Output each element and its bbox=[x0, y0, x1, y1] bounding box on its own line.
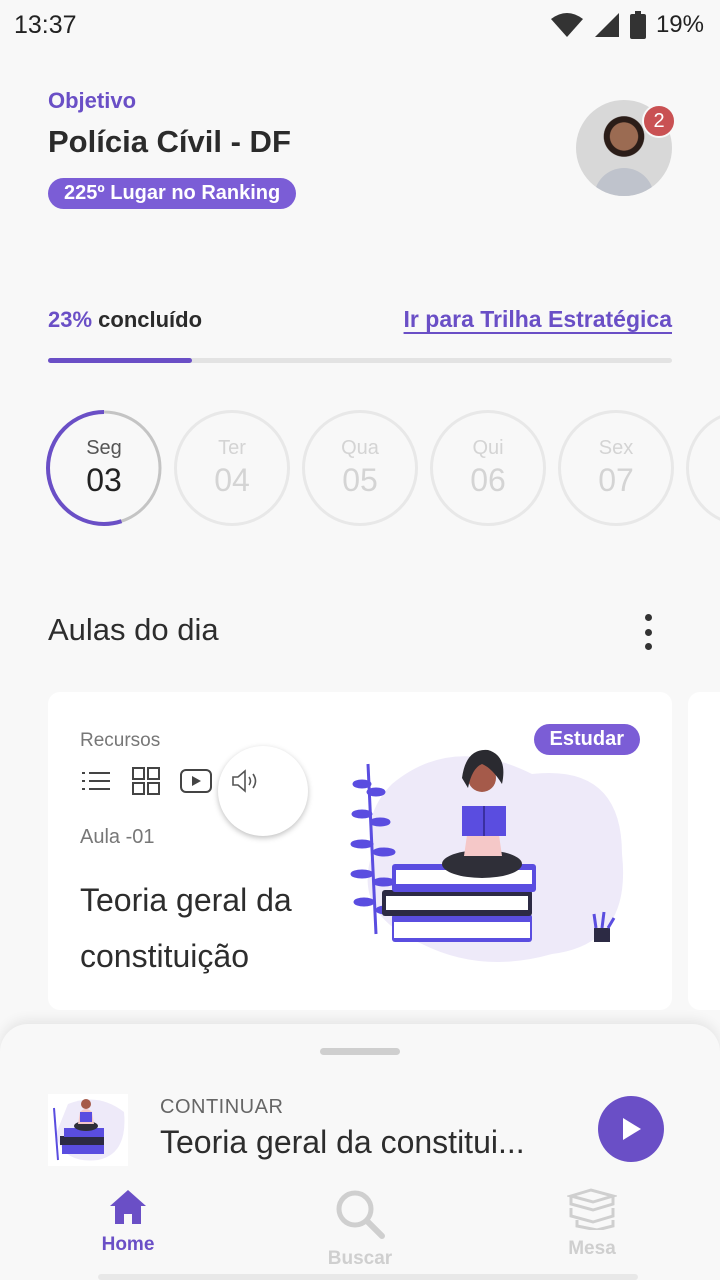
strategic-path-link[interactable]: Ir para Trilha Estratégica bbox=[404, 306, 672, 333]
day-progress-ring bbox=[46, 410, 162, 526]
day-name: Qui bbox=[472, 437, 504, 459]
status-bar: 13:37 19% bbox=[0, 0, 720, 50]
continue-thumbnail[interactable] bbox=[48, 1094, 128, 1166]
list-icon[interactable] bbox=[80, 766, 112, 796]
lesson-title: Teoria geral da constituição bbox=[80, 882, 292, 974]
day-name: Qua bbox=[341, 437, 379, 459]
search-icon bbox=[336, 1190, 385, 1239]
next-lesson-card-peek[interactable] bbox=[688, 692, 720, 1010]
lesson-number: Aula -01 bbox=[80, 826, 155, 848]
day-qui[interactable]: Qui 06 bbox=[430, 410, 546, 526]
progress-percent: 23% bbox=[48, 306, 93, 332]
bottom-navigation: Home Buscar Mesa bbox=[0, 1178, 720, 1280]
nav-search-label: Buscar bbox=[327, 1248, 393, 1269]
day-name: Sex bbox=[598, 437, 634, 459]
status-icons: 19% bbox=[550, 11, 704, 39]
nav-home[interactable]: Home bbox=[58, 1188, 198, 1256]
goal-header: Objetivo Polícia Cívil - DF 225º Lugar n… bbox=[48, 88, 676, 209]
day-ter[interactable]: Ter 04 bbox=[174, 410, 290, 526]
nav-search[interactable]: Buscar bbox=[290, 1188, 430, 1270]
day-number: 06 bbox=[470, 462, 506, 498]
progress-bar-fill bbox=[48, 358, 192, 363]
resources-label: Recursos bbox=[80, 730, 161, 751]
sheet-drag-handle[interactable] bbox=[320, 1048, 400, 1055]
play-icon bbox=[623, 1118, 641, 1140]
progress-completed-label: concluído bbox=[92, 306, 203, 332]
day-number: 07 bbox=[598, 462, 634, 498]
wifi-icon bbox=[550, 13, 583, 37]
profile-avatar-button[interactable]: 2 bbox=[576, 100, 676, 196]
progress-text: 23% concluído bbox=[48, 307, 202, 333]
home-icon bbox=[110, 1190, 146, 1224]
day-name: Ter bbox=[218, 437, 246, 459]
nav-desk-label: Mesa bbox=[568, 1238, 616, 1259]
nav-home-label: Home bbox=[101, 1234, 155, 1255]
battery-icon bbox=[629, 11, 646, 39]
reading-illustration bbox=[350, 749, 624, 962]
resource-icons bbox=[80, 766, 262, 796]
continue-label: CONTINUAR bbox=[160, 1096, 284, 1118]
play-button[interactable] bbox=[598, 1096, 664, 1162]
day-number: 05 bbox=[342, 462, 378, 498]
day-sex[interactable]: Sex 07 bbox=[558, 410, 674, 526]
day-next-peek[interactable] bbox=[686, 410, 720, 526]
day-seg[interactable]: Seg 03 bbox=[46, 410, 162, 526]
nav-desk[interactable]: Mesa bbox=[522, 1188, 662, 1260]
day-qua[interactable]: Qua 05 bbox=[302, 410, 418, 526]
gesture-bar bbox=[98, 1274, 638, 1280]
battery-percent: 19% bbox=[655, 11, 704, 38]
status-time: 13:37 bbox=[14, 10, 77, 39]
ranking-badge[interactable]: 225º Lugar no Ranking bbox=[48, 178, 297, 209]
progress-row: 23% concluído Ir para Trilha Estratégica bbox=[48, 306, 672, 333]
cell-signal-icon bbox=[594, 13, 619, 37]
notification-badge: 2 bbox=[642, 104, 676, 138]
books-icon bbox=[567, 1188, 617, 1230]
audio-icon[interactable] bbox=[230, 766, 262, 796]
lesson-card[interactable]: Recursos Aula -01 Teoria geral da consti… bbox=[48, 692, 672, 1010]
day-selector[interactable]: Seg 03 Ter 04 Qua 05 Qui 06 Sex 07 bbox=[46, 410, 720, 526]
grid-icon[interactable] bbox=[130, 766, 162, 796]
more-options-button[interactable] bbox=[636, 612, 660, 652]
video-icon[interactable] bbox=[180, 766, 212, 796]
day-number: 04 bbox=[214, 462, 250, 498]
progress-bar bbox=[48, 358, 672, 363]
section-title: Aulas do dia bbox=[48, 612, 219, 647]
continue-lesson-title[interactable]: Teoria geral da constitui... bbox=[160, 1124, 580, 1161]
